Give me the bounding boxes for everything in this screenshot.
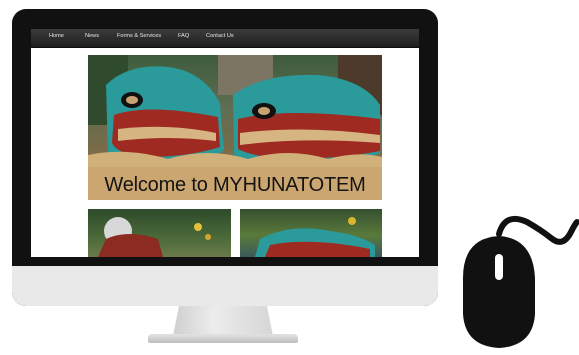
hero-banner: Welcome to MYHUNATOTEM xyxy=(88,55,382,200)
hero-title: Welcome to MYHUNATOTEM xyxy=(104,174,366,196)
monitor-stand-neck xyxy=(173,306,273,336)
computer-mouse-icon xyxy=(455,210,579,350)
thumbnail-image-left[interactable] xyxy=(88,209,231,257)
monitor-stand-base xyxy=(148,334,298,343)
desktop-monitor: Home News Forms & Services FAQ Contact U… xyxy=(12,9,438,306)
monitor-chin xyxy=(12,266,438,306)
site-nav-bar: Home News Forms & Services FAQ Contact U… xyxy=(31,29,419,48)
nav-contact-us[interactable]: Contact Us xyxy=(206,33,234,39)
nav-news[interactable]: News xyxy=(85,33,99,39)
nav-forms-services[interactable]: Forms & Services xyxy=(117,33,161,39)
nav-faq[interactable]: FAQ xyxy=(178,33,189,39)
thumbnail-image-right[interactable] xyxy=(240,209,382,257)
nav-home[interactable]: Home xyxy=(49,33,64,39)
website-screen: Home News Forms & Services FAQ Contact U… xyxy=(31,29,419,257)
